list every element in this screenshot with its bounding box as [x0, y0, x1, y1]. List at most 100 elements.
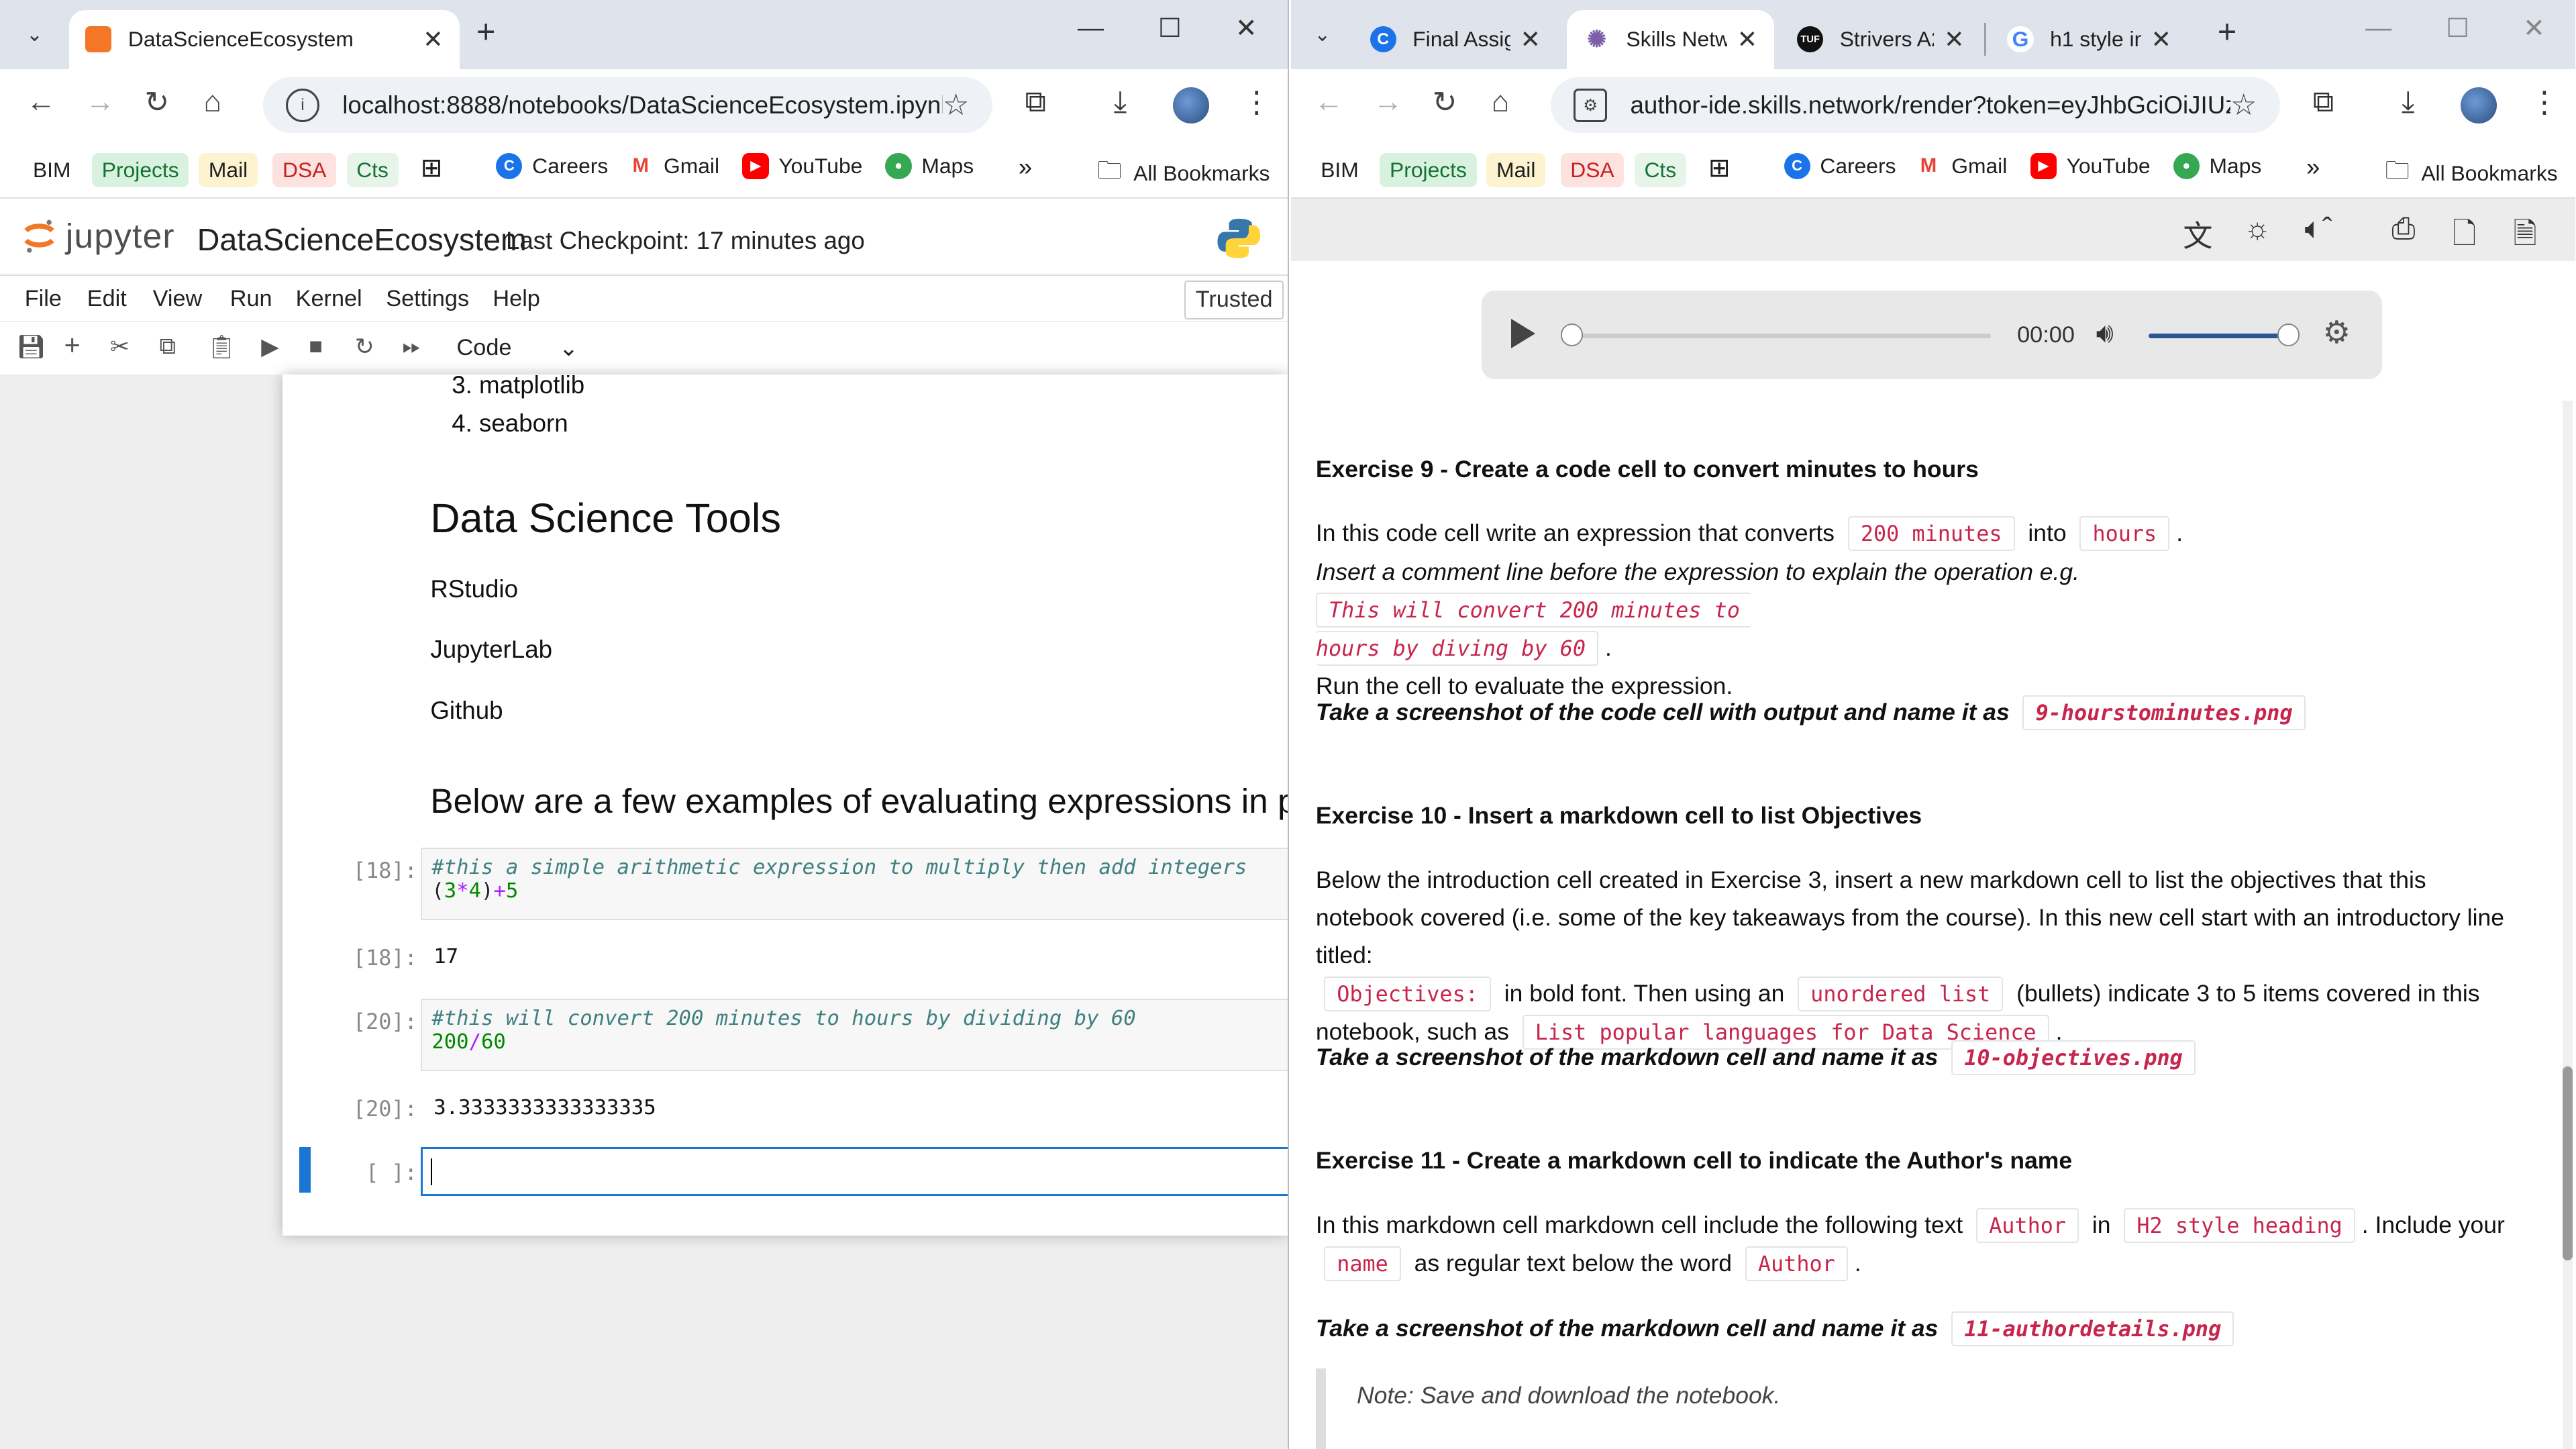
site-settings-icon[interactable]: ⚙ [1574, 88, 1608, 122]
download-icon[interactable]: ⤓ [2402, 85, 2414, 119]
notebook-title[interactable]: DataScienceEcosystem [197, 221, 527, 258]
run-all-icon[interactable]: ⏩︎ [403, 334, 421, 360]
bookmark-careers[interactable]: C Careers [496, 152, 608, 179]
bookmark-bim[interactable]: BIM [1311, 153, 1369, 188]
tab-search-button[interactable]: ⌄ [1301, 13, 1344, 56]
home-icon[interactable]: ⌂ [1492, 85, 1510, 119]
minimize-button[interactable]: — [2365, 13, 2391, 43]
save-icon[interactable]: 💾︎ [16, 334, 46, 360]
menu-kebab-icon[interactable]: ⋮ [1242, 85, 1272, 119]
document-icon[interactable]: 🗎 [2513, 212, 2536, 262]
forward-icon[interactable]: → [85, 85, 115, 119]
bookmark-maps[interactable]: ● Maps [2173, 152, 2261, 179]
back-icon[interactable]: ← [26, 85, 56, 119]
paste-icon[interactable]: 📋︎ [207, 334, 236, 360]
address-bar[interactable]: i localhost:8888/notebooks/DataScienceEc… [262, 77, 992, 134]
minimize-button[interactable]: — [1078, 13, 1104, 43]
download-icon[interactable]: ⤓ [1114, 85, 1127, 119]
profile-avatar[interactable] [2461, 87, 2497, 123]
address-bar[interactable]: ⚙ author-ide.skills.network/render?token… [1550, 77, 2280, 134]
back-icon[interactable]: ← [1314, 85, 1343, 119]
menu-edit[interactable]: Edit [87, 286, 127, 312]
read-aloud-icon[interactable]: 🔈︎ˆ [2305, 212, 2332, 246]
bookmark-gmail[interactable]: M Gmail [1915, 152, 2007, 179]
cell-type-select[interactable]: Code ⌄ [444, 329, 591, 368]
all-bookmarks[interactable]: 🗀 All Bookmarks [2385, 153, 2557, 195]
menu-settings[interactable]: Settings [386, 286, 469, 312]
bookmark-cts[interactable]: Cts [1634, 152, 1686, 188]
active-code-cell[interactable] [420, 1146, 1288, 1197]
cut-icon[interactable]: ✂ [110, 334, 130, 360]
close-tab-icon[interactable]: ✕ [1944, 25, 1965, 54]
tab-datascienceecosystem[interactable]: DataScienceEcosystem ✕ [68, 9, 460, 69]
close-tab-icon[interactable]: ✕ [2151, 25, 2171, 54]
all-bookmarks[interactable]: 🗀 All Bookmarks [1097, 153, 1270, 195]
bookmark-projects[interactable]: Projects [92, 152, 189, 188]
bookmark-youtube[interactable]: ▶ YouTube [2030, 152, 2151, 179]
code-cell-input[interactable]: #this will convert 200 minutes to hours … [420, 999, 1288, 1072]
more-bookmarks-icon[interactable]: » [2306, 153, 2320, 181]
bookmark-maps[interactable]: ● Maps [885, 152, 974, 179]
bookmark-youtube[interactable]: ▶ YouTube [742, 152, 862, 179]
scrollbar-thumb[interactable] [2562, 1066, 2573, 1260]
tab-final-assignment[interactable]: C Final Assig ✕ [1353, 10, 1557, 69]
translate-icon[interactable]: 文 [2183, 212, 2212, 255]
menu-kebab-icon[interactable]: ⋮ [2530, 85, 2559, 119]
close-tab-icon[interactable]: ✕ [1520, 25, 1541, 54]
volume-slider[interactable] [2148, 323, 2300, 346]
forward-icon[interactable]: → [1374, 85, 1403, 119]
apps-grid-icon[interactable]: ⊞ [421, 153, 443, 183]
profile-avatar[interactable] [1172, 87, 1209, 123]
apps-grid-icon[interactable]: ⊞ [1708, 153, 1731, 183]
tab-strivers[interactable]: TUF Strivers A2 ✕ [1781, 10, 1981, 69]
tab-h1-style[interactable]: G h1 style in ✕ [1991, 10, 2188, 69]
volume-icon[interactable]: 🔊︎ [2096, 317, 2114, 350]
seek-slider[interactable] [1560, 323, 1991, 346]
add-document-icon[interactable]: 🗋 [2453, 212, 2476, 262]
print-icon[interactable]: ⎙ [2391, 212, 2415, 246]
bookmark-cts[interactable]: Cts [346, 152, 399, 188]
menu-run[interactable]: Run [230, 286, 272, 312]
menu-view[interactable]: View [153, 286, 203, 312]
menu-help[interactable]: Help [493, 286, 539, 312]
trusted-indicator[interactable]: Trusted [1184, 281, 1284, 319]
code-cell-input[interactable]: #this a simple arithmetic expression to … [420, 848, 1288, 920]
reload-icon[interactable]: ↻ [1433, 85, 1457, 119]
interrupt-icon[interactable]: ■ [309, 334, 323, 360]
tab-search-button[interactable]: ⌄ [13, 13, 56, 56]
settings-gear-icon[interactable]: ⚙ [2322, 314, 2351, 350]
volume-handle[interactable] [2277, 323, 2300, 346]
seek-handle[interactable] [1560, 323, 1583, 346]
bookmark-dsa[interactable]: DSA [272, 152, 337, 188]
bookmark-star-icon[interactable]: ☆ [943, 88, 970, 122]
scrollbar-track[interactable] [2562, 401, 2573, 1449]
restart-kernel-icon[interactable]: ↻ [355, 334, 374, 360]
brightness-icon[interactable]: ☼ [2244, 212, 2271, 246]
run-cell-icon[interactable]: ▶ [261, 334, 278, 360]
extensions-icon[interactable]: ⧉ [2313, 85, 2334, 119]
menu-file[interactable]: File [25, 286, 62, 312]
bookmark-mail[interactable]: Mail [1486, 152, 1546, 188]
close-window-button[interactable]: ✕ [1235, 13, 1257, 44]
bookmark-bim[interactable]: BIM [23, 153, 81, 188]
bookmark-mail[interactable]: Mail [199, 152, 258, 188]
more-bookmarks-icon[interactable]: » [1019, 153, 1032, 181]
tab-skills-network[interactable]: ✺ Skills Netw ✕ [1567, 9, 1774, 69]
bookmark-careers[interactable]: C Careers [1784, 152, 1896, 179]
close-tab-icon[interactable]: ✕ [423, 25, 444, 54]
new-tab-button[interactable]: + [476, 13, 496, 51]
close-window-button[interactable]: ✕ [2523, 13, 2545, 44]
maximize-button[interactable]: ☐ [1158, 13, 1182, 44]
bookmark-dsa[interactable]: DSA [1560, 152, 1625, 188]
insert-cell-icon[interactable]: + [64, 329, 80, 361]
copy-icon[interactable]: ⧉ [159, 334, 175, 360]
menu-kernel[interactable]: Kernel [296, 286, 362, 312]
close-tab-icon[interactable]: ✕ [1737, 25, 1758, 54]
new-tab-button[interactable]: + [2218, 13, 2237, 51]
reload-icon[interactable]: ↻ [144, 85, 169, 119]
bookmark-star-icon[interactable]: ☆ [2230, 88, 2257, 122]
maximize-button[interactable]: ☐ [2446, 13, 2469, 44]
jupyter-logo[interactable]: jupyter [23, 215, 174, 256]
play-icon[interactable] [1511, 318, 1535, 348]
home-icon[interactable]: ⌂ [204, 85, 222, 119]
